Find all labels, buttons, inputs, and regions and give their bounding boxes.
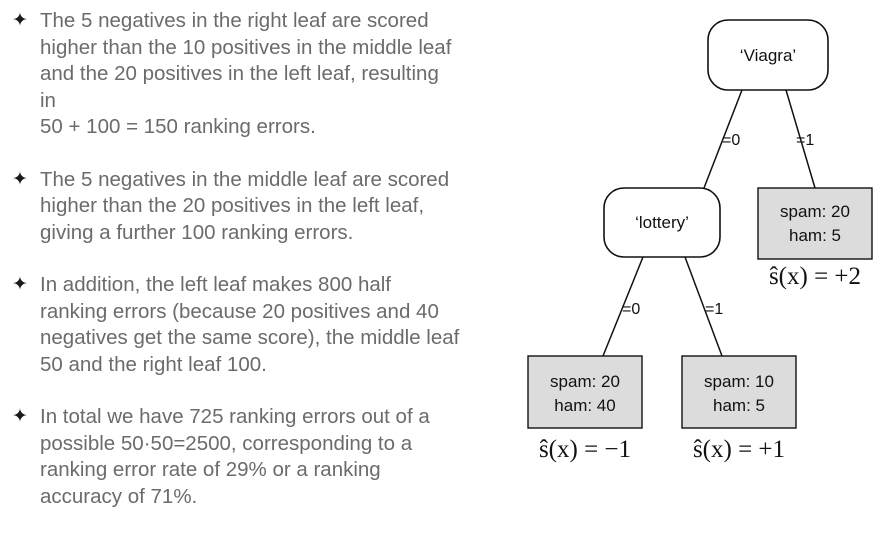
leaf-middle [681, 355, 797, 429]
edge-label-inner-right: =1 [705, 301, 723, 318]
leaf-left-score: ŝ(x) = −1 [539, 436, 631, 463]
leaf-right-score: ŝ(x) = +2 [769, 263, 861, 290]
edge-label-root-right: =1 [796, 132, 814, 149]
inner-node-label: ‘lottery’ [635, 213, 689, 232]
leaf-middle-ham: ham: 5 [713, 396, 765, 415]
edge-label-root-left: =0 [722, 132, 740, 149]
leaf-left-spam: spam: 20 [550, 372, 620, 391]
root-node-label: ‘Viagra’ [740, 46, 796, 65]
decision-tree: =0 =1 =0 =1 ‘Viagra’ ‘lottery’ spam: 20 … [527, 19, 873, 463]
leaf-left-ham: ham: 40 [554, 396, 615, 415]
leaf-right-ham: ham: 5 [789, 226, 841, 245]
leaf-right-spam: spam: 20 [780, 202, 850, 221]
leaf-middle-spam: spam: 10 [704, 372, 774, 391]
edge-label-inner-left: =0 [622, 301, 640, 318]
leaf-left [527, 355, 643, 429]
leaf-middle-score: ŝ(x) = +1 [693, 436, 785, 463]
leaf-right [757, 187, 873, 260]
